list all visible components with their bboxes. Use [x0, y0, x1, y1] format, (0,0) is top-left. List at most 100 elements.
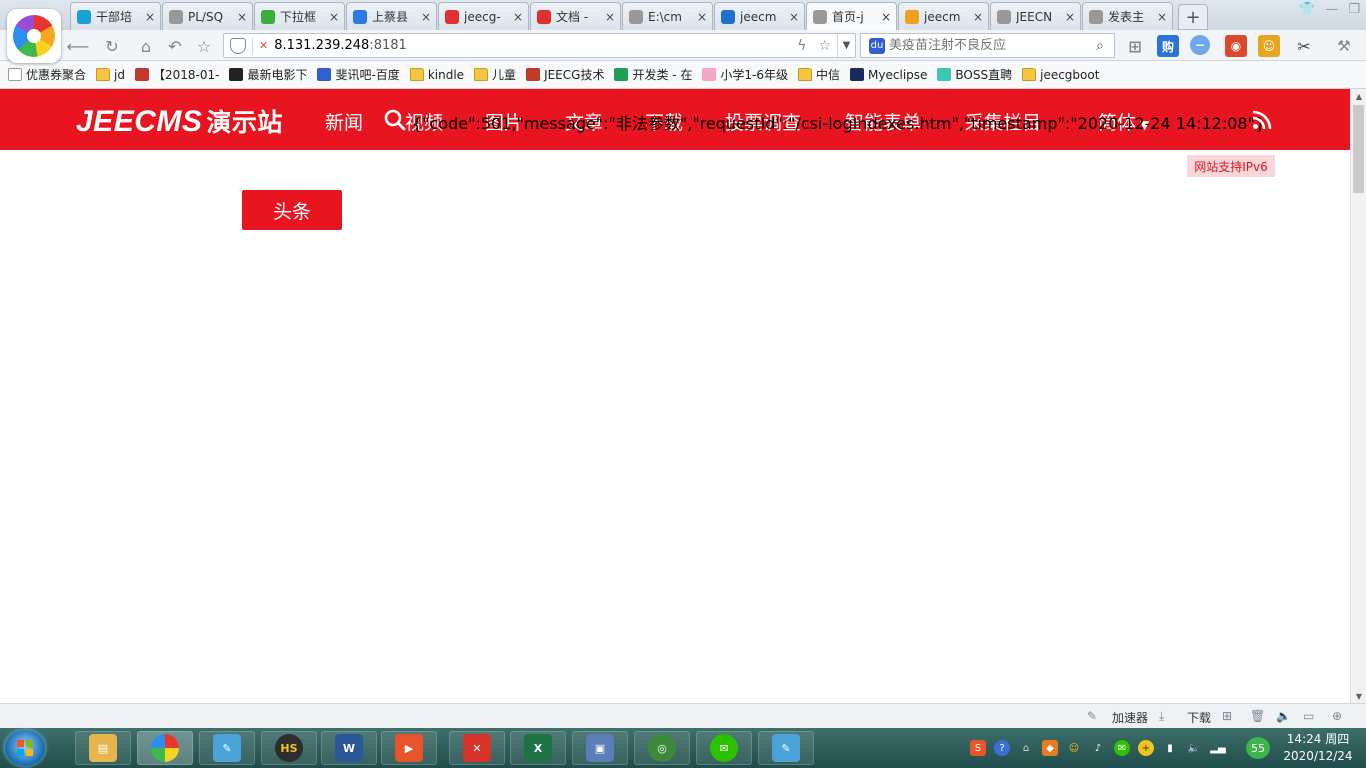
- sogou-icon[interactable]: S: [970, 740, 986, 756]
- tab-close-icon[interactable]: ×: [420, 10, 432, 24]
- tab-close-icon[interactable]: ×: [236, 10, 248, 24]
- bookmark-item[interactable]: JEECG技术: [526, 66, 604, 83]
- browser-tab[interactable]: JEECN ×: [990, 2, 1081, 30]
- tab-close-icon[interactable]: ×: [328, 10, 340, 24]
- minimize-button[interactable]: —: [1325, 2, 1338, 17]
- volume-icon[interactable]: 🔈: [1186, 740, 1202, 756]
- bookmark-item[interactable]: 开发类 - 在: [614, 66, 692, 83]
- window-icon[interactable]: ▭: [1303, 709, 1318, 723]
- help-icon[interactable]: ?: [994, 740, 1010, 756]
- bookmark-folder[interactable]: 中信: [798, 66, 840, 83]
- quill-icon[interactable]: ✎: [1087, 709, 1102, 723]
- uc-icon[interactable]: ◆: [1042, 740, 1058, 756]
- taskbar-rings-app[interactable]: ◎: [634, 731, 690, 765]
- browser-tab[interactable]: jeecm ×: [714, 2, 805, 30]
- site-search-icon[interactable]: [384, 109, 406, 131]
- address-bar[interactable]: ✕ 8.131.239.248:8181 ϟ ☆ ▼: [223, 33, 856, 58]
- ime-icon[interactable]: ⌂: [1018, 740, 1034, 756]
- tab-close-icon[interactable]: ×: [880, 10, 892, 24]
- bookmark-item[interactable]: BOSS直聘: [937, 66, 1012, 83]
- qq-icon[interactable]: ☺: [1066, 740, 1082, 756]
- character-ext-icon[interactable]: ☺: [1258, 35, 1280, 57]
- browser-tab[interactable]: 发表主 ×: [1082, 2, 1173, 30]
- headline-button[interactable]: 头条: [242, 190, 342, 230]
- browser-tab[interactable]: 文档 - ×: [530, 2, 621, 30]
- browser-tab[interactable]: PL/SQ ×: [162, 2, 253, 30]
- restore-button[interactable]: ❐: [1348, 2, 1360, 17]
- taskbar-remote-desktop[interactable]: ▣: [572, 731, 628, 765]
- game-ext-icon[interactable]: ◉: [1225, 35, 1247, 57]
- bookmark-folder[interactable]: kindle: [409, 68, 464, 82]
- scroll-down-arrow-icon[interactable]: ▼: [1351, 689, 1366, 703]
- tab-close-icon[interactable]: ×: [1064, 10, 1076, 24]
- browser-tab[interactable]: E:\cm ×: [622, 2, 713, 30]
- bookmark-item[interactable]: Myeclipse: [850, 68, 927, 82]
- bookmark-item[interactable]: 【2018-01-: [134, 66, 219, 83]
- usb-icon[interactable]: ▮: [1162, 740, 1178, 756]
- speaker-icon[interactable]: 🔈: [1276, 709, 1291, 723]
- download-label[interactable]: 下载: [1187, 709, 1211, 726]
- nav-news[interactable]: 新闻: [325, 108, 363, 135]
- browser-tab[interactable]: 下拉框 ×: [254, 2, 345, 30]
- bookmark-item[interactable]: 斐讯吧-百度: [317, 66, 400, 83]
- download-tray-icon[interactable]: ⤓: [1159, 709, 1174, 723]
- tab-close-icon[interactable]: ×: [512, 10, 524, 24]
- browser-tab[interactable]: 首页-j ×: [806, 2, 897, 30]
- apps-grid-icon[interactable]: ⊞: [1124, 35, 1146, 57]
- home-button[interactable]: ⌂: [136, 36, 156, 56]
- bookmark-item[interactable]: 小学1-6年级: [702, 66, 788, 83]
- tab-close-icon[interactable]: ×: [604, 10, 616, 24]
- tools-wrench-icon[interactable]: ⚒: [1333, 35, 1355, 57]
- vertical-scrollbar[interactable]: ▲ ▼: [1350, 89, 1366, 703]
- taskbar-notepad-2[interactable]: ✎: [758, 731, 814, 765]
- zoom-out-ext-icon[interactable]: −: [1190, 35, 1210, 55]
- zoom-icon[interactable]: ⊕: [1332, 709, 1347, 723]
- tab-close-icon[interactable]: ×: [788, 10, 800, 24]
- taskbar-xmind[interactable]: ✕: [449, 731, 505, 765]
- address-dropdown-button[interactable]: ▼: [837, 34, 855, 57]
- taskbar-wechat[interactable]: ✉: [696, 731, 752, 765]
- bookmark-folder[interactable]: jd: [96, 68, 125, 82]
- favorite-star-button[interactable]: ☆: [194, 36, 214, 56]
- performance-badge[interactable]: 55: [1246, 737, 1270, 759]
- scrollbar-thumb[interactable]: [1353, 105, 1364, 193]
- accelerator-label[interactable]: 加速器: [1112, 709, 1148, 726]
- refresh-button[interactable]: ↻: [102, 36, 122, 56]
- search-box[interactable]: du ⌕: [860, 33, 1115, 58]
- taskbar-browser[interactable]: [137, 731, 193, 765]
- plus-icon[interactable]: +: [1138, 740, 1154, 756]
- search-icon[interactable]: ⌕: [1096, 38, 1114, 54]
- undo-close-button[interactable]: ↶: [165, 36, 185, 56]
- skin-icon[interactable]: 👕: [1299, 2, 1315, 17]
- site-brand-logo[interactable]: JEECMS 演示站: [76, 103, 283, 139]
- shield-icon[interactable]: [230, 37, 246, 54]
- taskbar-hs-app[interactable]: HS: [261, 731, 317, 765]
- taskbar-notepad[interactable]: ✎: [199, 731, 255, 765]
- trash-icon[interactable]: 🗑: [1250, 709, 1265, 723]
- rss-icon[interactable]: [1252, 110, 1272, 130]
- browser-tab[interactable]: jeecm ×: [898, 2, 989, 30]
- bookmark-star-icon[interactable]: ☆: [818, 38, 831, 54]
- bookmark-item[interactable]: 优惠券聚合: [8, 66, 86, 83]
- taskbar-media-player[interactable]: ▶: [381, 731, 437, 765]
- lightning-icon[interactable]: ϟ: [797, 38, 806, 54]
- translate-ext-icon[interactable]: 购: [1157, 35, 1179, 57]
- screenshot-scissors-icon[interactable]: ✂: [1293, 35, 1315, 57]
- browser-tab[interactable]: jeecg- ×: [438, 2, 529, 30]
- tab-close-icon[interactable]: ×: [696, 10, 708, 24]
- network-signal-icon[interactable]: ▂▄: [1210, 740, 1226, 756]
- browser-tab[interactable]: 上蔡县 ×: [346, 2, 437, 30]
- tab-close-icon[interactable]: ×: [972, 10, 984, 24]
- bell-icon[interactable]: ♪: [1090, 740, 1106, 756]
- system-clock[interactable]: 14:24 周四 2020/12/24: [1278, 731, 1358, 765]
- taskbar-file-explorer[interactable]: ▤: [75, 731, 131, 765]
- scroll-up-arrow-icon[interactable]: ▲: [1351, 89, 1366, 103]
- address-url[interactable]: 8.131.239.248:8181: [274, 38, 791, 53]
- browser-tab[interactable]: 干部培 ×: [70, 2, 161, 30]
- tab-close-icon[interactable]: ×: [144, 10, 156, 24]
- bookmark-folder[interactable]: jeecgboot: [1022, 68, 1099, 82]
- tab-close-icon[interactable]: ×: [1156, 10, 1168, 24]
- new-tab-button[interactable]: +: [1178, 4, 1208, 30]
- wechat-tray-icon[interactable]: ✉: [1114, 740, 1130, 756]
- search-input[interactable]: [889, 38, 1096, 53]
